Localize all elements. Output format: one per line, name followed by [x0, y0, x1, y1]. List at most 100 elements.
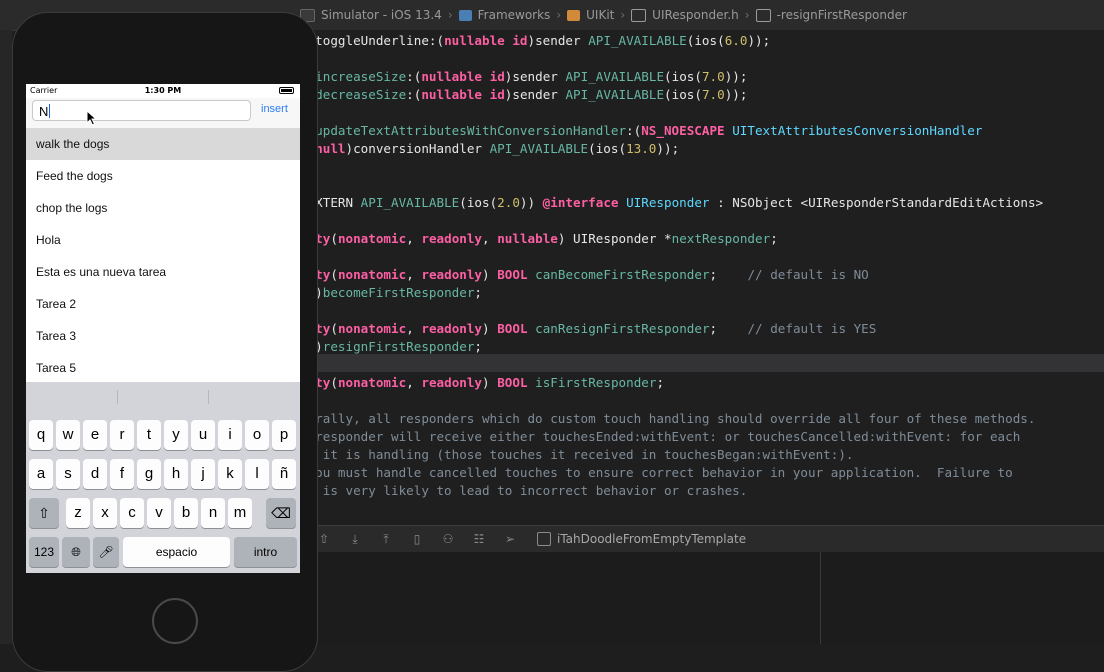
code-token: id — [489, 87, 505, 102]
step-out-icon[interactable]: ⤒ — [379, 533, 393, 545]
code-token: 7.0 — [701, 87, 725, 102]
location-icon[interactable]: ➢ — [503, 533, 517, 545]
code-token: id — [489, 69, 505, 84]
code-token: , — [406, 231, 422, 246]
key-w[interactable]: w — [56, 420, 80, 450]
breadcrumb-simulator[interactable]: Simulator - iOS 13.4 — [321, 8, 442, 22]
code-token: isFirstResponder — [535, 375, 657, 390]
code-token: nerally, all responders which do custom … — [300, 411, 1036, 426]
key-a[interactable]: a — [29, 459, 53, 489]
memory-graph-icon[interactable]: ⚇ — [441, 533, 455, 545]
code-token: )); — [724, 87, 748, 102]
key-n[interactable]: n — [201, 498, 225, 528]
list-item[interactable]: Tarea 2 — [26, 288, 300, 320]
code-token: (ios( — [686, 33, 725, 48]
key-b[interactable]: b — [174, 498, 198, 528]
code-token: API_AVAILABLE — [360, 195, 460, 210]
insert-button[interactable]: insert — [261, 103, 288, 115]
code-token: readonly — [421, 321, 483, 336]
breadcrumb-frameworks[interactable]: Frameworks — [478, 8, 551, 22]
code-token: , — [406, 375, 422, 390]
list-item[interactable]: Hola — [26, 224, 300, 256]
environment-icon[interactable]: ☷ — [472, 533, 486, 545]
space-key[interactable]: espacio — [123, 537, 230, 567]
key-k[interactable]: k — [218, 459, 242, 489]
code-token: nonatomic — [337, 231, 407, 246]
key-u[interactable]: u — [191, 420, 215, 450]
code-line: erty(nonatomic, readonly) BOOL canBecome… — [300, 266, 869, 284]
code-token: ( — [330, 231, 338, 246]
code-token: BOOL — [497, 375, 528, 390]
key-o[interactable]: o — [245, 420, 269, 450]
chevron-right-icon: › — [447, 8, 453, 22]
shift-icon[interactable]: ⇧ — [29, 498, 59, 528]
key-y[interactable]: y — [164, 420, 188, 450]
backspace-icon[interactable]: ⌫ — [266, 498, 296, 528]
key-m[interactable]: m — [228, 498, 252, 528]
key-q[interactable]: q — [29, 420, 53, 450]
code-token: API_AVAILABLE — [565, 69, 665, 84]
list-item[interactable]: Feed the dogs — [26, 160, 300, 192]
key-v[interactable]: v — [147, 498, 171, 528]
code-token: ) — [482, 375, 498, 390]
key-i[interactable]: i — [218, 420, 242, 450]
code-line: You must handle cancelled touches to ens… — [300, 464, 1013, 482]
breadcrumb-uikit[interactable]: UIKit — [586, 8, 614, 22]
code-token: )); — [656, 141, 680, 156]
key-l[interactable]: l — [245, 459, 269, 489]
code-token: )sender — [504, 69, 566, 84]
code-token: )sender — [504, 87, 566, 102]
key-enye[interactable]: ñ — [272, 459, 296, 489]
key-f[interactable]: f — [110, 459, 134, 489]
view-hierarchy-icon[interactable]: ▯ — [410, 533, 424, 545]
microphone-icon[interactable]: 🎤︎ — [93, 537, 119, 567]
code-token: ( — [330, 321, 338, 336]
code-token: toggleUnderline:( — [315, 33, 445, 48]
breadcrumb-file[interactable]: UIResponder.h — [652, 8, 739, 22]
code-token: , — [482, 231, 498, 246]
code-line: idincreaseSize:(nullable id)sender API_A… — [300, 68, 747, 86]
key-d[interactable]: d — [83, 459, 107, 489]
list-item[interactable]: walk the dogs — [26, 128, 300, 160]
list-item[interactable]: chop the logs — [26, 192, 300, 224]
key-h[interactable]: h — [164, 459, 188, 489]
key-g[interactable]: g — [137, 459, 161, 489]
code-token: decreaseSize — [315, 87, 407, 102]
breadcrumb: Simulator - iOS 13.4 › Frameworks › UIKi… — [300, 6, 907, 24]
globe-icon[interactable]: 🌐︎ — [62, 537, 90, 567]
key-t[interactable]: t — [137, 420, 161, 450]
keyboard: q w e r t y u i o p a s d f g h j k l ñ … — [26, 382, 300, 573]
key-e[interactable]: e — [83, 420, 107, 450]
breadcrumb-method[interactable]: -resignFirstResponder — [777, 8, 907, 22]
code-token: ( — [330, 267, 338, 282]
numbers-key[interactable]: 123 — [29, 537, 59, 567]
list-item[interactable]: Esta es una nueva tarea — [26, 256, 300, 288]
key-s[interactable]: s — [56, 459, 80, 489]
code-token: id — [512, 33, 528, 48]
code-line: OL)becomeFirstResponder; — [300, 284, 482, 302]
key-x[interactable]: x — [93, 498, 117, 528]
task-input[interactable]: N — [32, 100, 251, 121]
task-input-value: N — [39, 104, 49, 119]
continue-icon[interactable]: ⇧ — [317, 533, 331, 545]
code-token: (ios( — [664, 87, 702, 102]
list-item[interactable]: Tarea 3 — [26, 320, 300, 352]
code-editor[interactable]: idtoggleUnderline:(nullable id)sender AP… — [300, 30, 1104, 525]
key-j[interactable]: j — [191, 459, 215, 489]
step-over-icon[interactable]: ⤓ — [348, 533, 362, 545]
key-z[interactable]: z — [66, 498, 90, 528]
return-key[interactable]: intro — [234, 537, 297, 567]
key-p[interactable]: p — [272, 420, 296, 450]
code-token: , — [406, 267, 422, 282]
header-file-icon — [631, 8, 647, 22]
key-r[interactable]: r — [110, 420, 134, 450]
code-token: )); — [724, 69, 748, 84]
home-button[interactable] — [152, 598, 198, 644]
key-c[interactable]: c — [120, 498, 144, 528]
code-token: nextResponder — [671, 231, 771, 246]
list-item[interactable]: Tarea 5 — [26, 352, 300, 384]
scheme-selector[interactable]: iTahDoodleFromEmptyTemplate — [537, 532, 746, 546]
code-line: _EXTERN API_AVAILABLE(ios(2.0)) @interfa… — [300, 194, 1043, 212]
code-token: so is very likely to lead to incorrect b… — [300, 483, 748, 498]
